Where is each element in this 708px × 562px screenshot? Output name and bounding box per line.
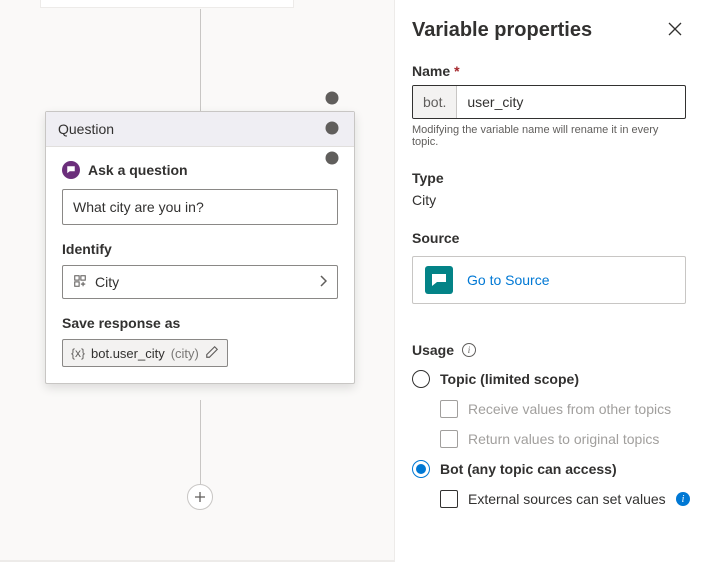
connector-line-bottom — [200, 400, 201, 484]
card-header-title: Question — [58, 121, 322, 137]
question-input[interactable]: What city are you in? — [62, 189, 338, 225]
question-input-value: What city are you in? — [73, 199, 204, 215]
identify-value: City — [95, 274, 319, 290]
checkbox-unchecked[interactable] — [440, 490, 458, 508]
external-option-label: External sources can set values — [468, 491, 666, 507]
card-header: Question — [46, 112, 354, 147]
variable-properties-panel: Variable properties Name* bot. user_city… — [396, 0, 708, 562]
type-value: City — [412, 192, 686, 208]
name-input-group[interactable]: bot. user_city — [412, 85, 686, 119]
more-menu-icon[interactable] — [322, 88, 342, 171]
bot-option-label: Bot (any topic can access) — [440, 461, 617, 477]
ask-question-label: Ask a question — [62, 161, 338, 179]
chevron-right-icon — [319, 274, 327, 290]
name-prefix: bot. — [413, 86, 457, 118]
source-link-text: Go to Source — [467, 272, 550, 288]
usage-radio-bot[interactable]: Bot (any topic can access) — [412, 460, 686, 478]
add-node-button[interactable] — [187, 484, 213, 510]
go-to-source-button[interactable]: Go to Source — [412, 256, 686, 304]
checkbox-disabled — [440, 400, 458, 418]
chat-icon — [62, 161, 80, 179]
panel-title: Variable properties — [412, 19, 592, 42]
identify-select[interactable]: City — [62, 265, 338, 299]
ask-question-text: Ask a question — [88, 162, 188, 178]
usage-label: Usage — [412, 342, 454, 358]
checkbox-disabled — [440, 430, 458, 448]
topic-option-label: Topic (limited scope) — [440, 371, 579, 387]
radio-selected — [412, 460, 430, 478]
save-response-label: Save response as — [62, 315, 338, 331]
source-chat-icon — [425, 266, 453, 294]
receive-values-checkbox: Receive values from other topics — [440, 400, 686, 418]
name-input[interactable]: user_city — [457, 86, 685, 118]
return-values-checkbox: Return values to original topics — [440, 430, 686, 448]
canvas-area: Question Ask a question What city are yo… — [0, 0, 395, 562]
source-label: Source — [412, 230, 686, 246]
variable-chip-type: (city) — [171, 346, 199, 361]
return-option-label: Return values to original topics — [468, 431, 659, 447]
receive-option-label: Receive values from other topics — [468, 401, 671, 417]
name-field-label: Name* — [412, 63, 686, 79]
name-helper-text: Modifying the variable name will rename … — [412, 124, 686, 148]
required-asterisk: * — [454, 63, 459, 79]
info-solid-icon[interactable]: i — [676, 492, 690, 506]
variable-chip[interactable]: {x} bot.user_city (city) — [62, 339, 228, 367]
entity-icon — [73, 274, 87, 291]
question-card[interactable]: Question Ask a question What city are yo… — [45, 111, 355, 384]
connector-line-top — [200, 9, 201, 111]
external-sources-checkbox[interactable]: External sources can set values i — [440, 490, 686, 508]
variable-brace-icon: {x} — [71, 346, 85, 360]
radio-unselected — [412, 370, 430, 388]
prev-node-stub — [40, 0, 294, 8]
info-icon[interactable]: i — [462, 343, 476, 357]
variable-chip-name: bot.user_city — [91, 346, 165, 361]
close-panel-button[interactable] — [664, 18, 686, 43]
identify-label: Identify — [62, 241, 338, 257]
usage-radio-topic[interactable]: Topic (limited scope) — [412, 370, 686, 388]
type-label: Type — [412, 170, 686, 186]
edit-icon[interactable] — [205, 345, 219, 362]
